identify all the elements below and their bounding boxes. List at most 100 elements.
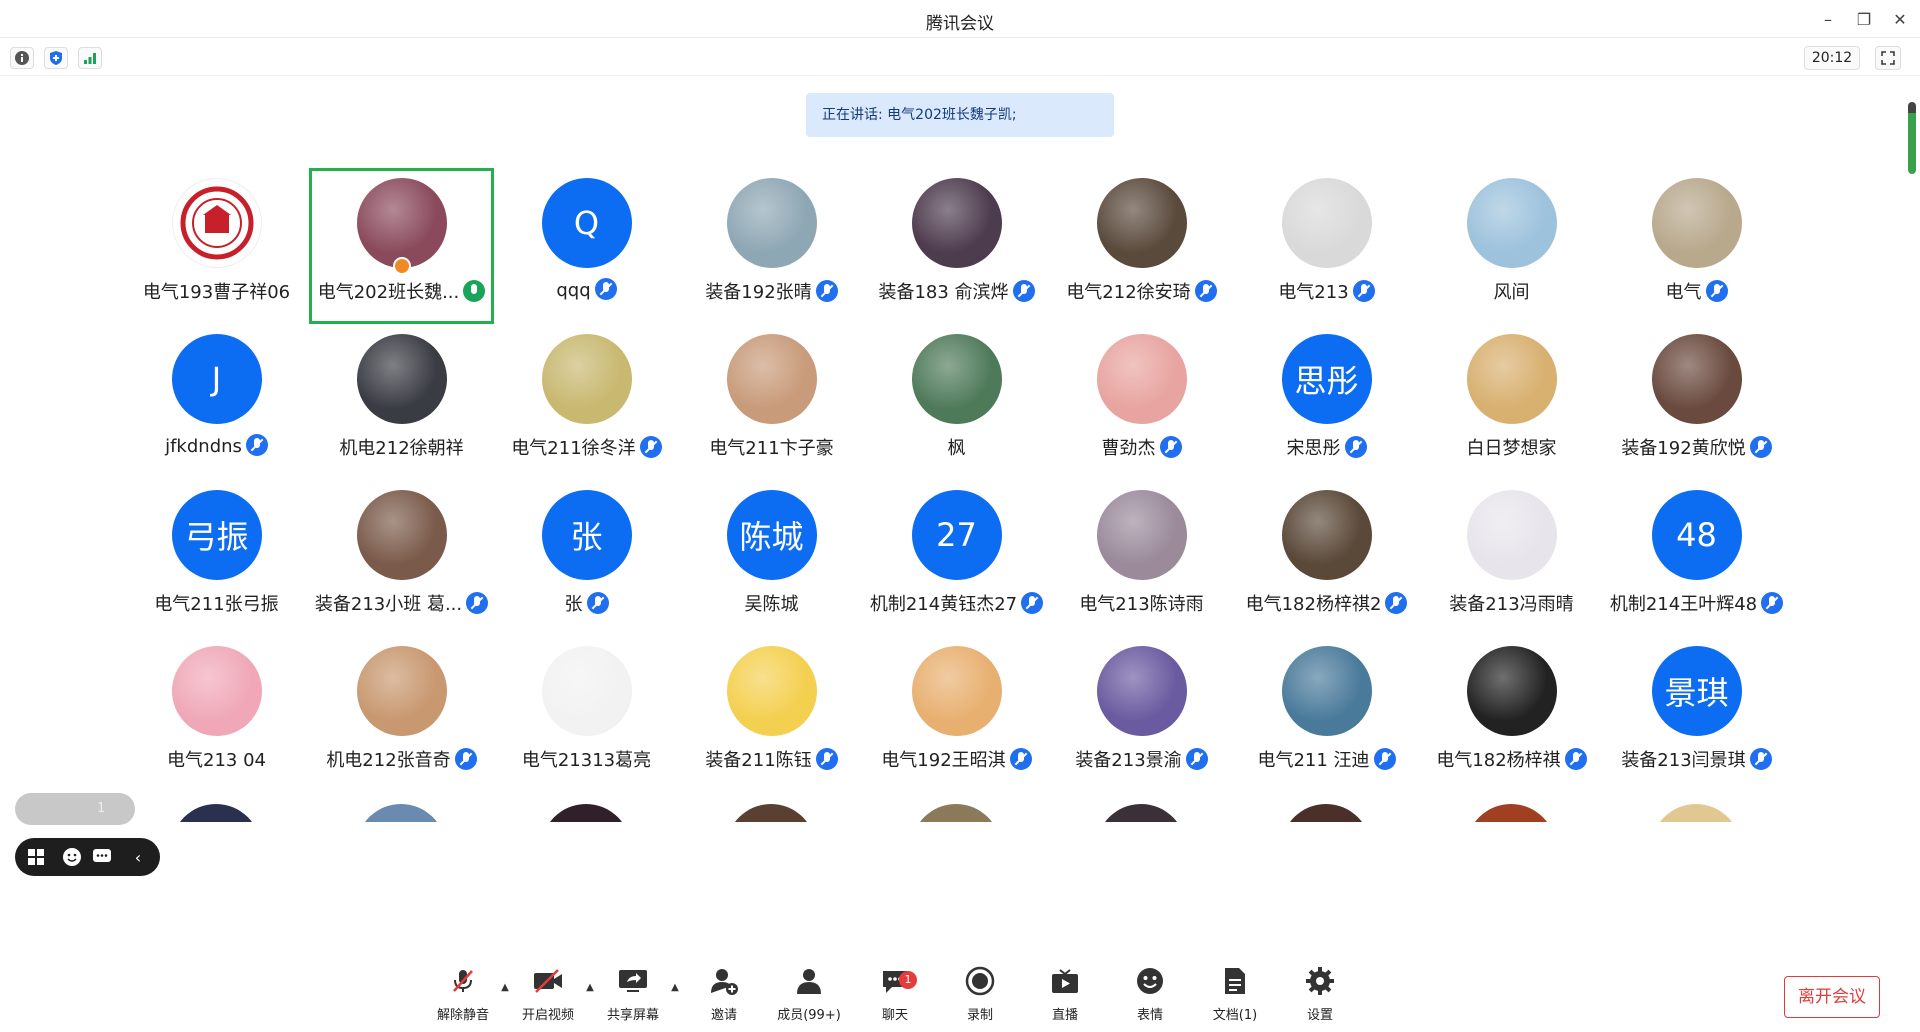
invite-button[interactable]: 邀请 — [688, 966, 760, 1024]
chevron-left-icon[interactable]: ‹ — [127, 846, 149, 868]
participant-avatar-partial[interactable] — [1096, 804, 1186, 822]
participant-tile[interactable]: 电气211卞子豪 — [679, 324, 864, 480]
record-button[interactable]: 录制 — [944, 966, 1016, 1024]
emoji-button[interactable]: 表情 — [1114, 966, 1186, 1024]
mic-muted-icon — [1761, 592, 1784, 614]
participant-tile[interactable]: 装备183 俞滨烨 — [864, 168, 1049, 324]
chat-button[interactable]: 聊天 — [859, 966, 931, 1024]
participant-avatar-partial[interactable] — [1281, 804, 1371, 822]
participant-avatar-partial[interactable] — [356, 804, 446, 822]
participant-avatar-partial[interactable] — [726, 804, 816, 822]
video-options-caret-icon[interactable]: ▲ — [584, 982, 596, 994]
live-button[interactable]: 直播 — [1029, 966, 1101, 1024]
participant-tile[interactable]: 装备211陈钰 — [679, 636, 864, 792]
mic-muted-icon — [1385, 592, 1408, 614]
participant-tile[interactable]: 电气213 — [1234, 168, 1419, 324]
participant-photo-avatar — [911, 334, 1002, 424]
participant-tile[interactable]: 电气212徐安琦 — [1049, 168, 1234, 324]
participant-tile[interactable]: 机电212张音奇 — [309, 636, 494, 792]
participant-name-row: 装备183 俞滨烨 — [864, 278, 1049, 304]
participant-name: 风间 — [1493, 282, 1530, 303]
participant-tile[interactable]: 电气213陈诗雨 — [1049, 480, 1234, 636]
leave-meeting-button[interactable]: 离开会议 — [1784, 976, 1880, 1018]
participant-photo-avatar — [356, 178, 447, 268]
participant-tile[interactable]: 电气193曹子祥06 — [124, 168, 309, 324]
participant-avatar-partial[interactable] — [1466, 804, 1556, 822]
restore-icon[interactable]: ❐ — [1848, 6, 1880, 32]
signal-icon[interactable] — [78, 47, 102, 69]
mic-muted-icon — [1749, 748, 1772, 770]
floating-status-pill[interactable]: 1 — [15, 793, 135, 825]
participant-tile[interactable]: 装备192张晴 — [679, 168, 864, 324]
fullscreen-icon[interactable] — [1875, 46, 1901, 70]
participant-tile[interactable]: 电气182杨梓祺2 — [1234, 480, 1419, 636]
participant-tile[interactable]: 电气211徐冬洋 — [494, 324, 679, 480]
participant-tile[interactable]: 机电212徐朝祥 — [309, 324, 494, 480]
participant-tile[interactable]: 电气202班长魏... — [309, 168, 494, 324]
participant-tile[interactable]: 装备213景渝 — [1049, 636, 1234, 792]
participant-tile[interactable]: 电气 — [1604, 168, 1789, 324]
participant-tile[interactable]: 装备213小班 葛... — [309, 480, 494, 636]
participant-name-row: 电气 — [1604, 278, 1789, 304]
participant-name: 吴陈城 — [744, 594, 799, 615]
participant-tile[interactable]: 陈城 吴陈城 — [679, 480, 864, 636]
mic-muted-icon — [1185, 748, 1208, 770]
participant-photo-avatar — [356, 646, 447, 736]
participant-tile[interactable]: 电气182杨梓祺 — [1419, 636, 1604, 792]
audio-options-caret-icon[interactable]: ▲ — [499, 982, 511, 994]
members-button[interactable]: 成员(99+) — [773, 966, 845, 1024]
settings-button[interactable]: 设置 — [1284, 966, 1356, 1024]
participant-tile[interactable]: 风间 — [1419, 168, 1604, 324]
invite-label: 邀请 — [710, 1008, 737, 1023]
grid-layout-icon[interactable] — [25, 846, 47, 868]
share-options-caret-icon[interactable]: ▲ — [669, 982, 681, 994]
participant-tile[interactable]: 弓振 电气211张弓振 — [124, 480, 309, 636]
participant-tile[interactable]: 思彤 宋思彤 — [1234, 324, 1419, 480]
participant-photo-avatar — [726, 646, 817, 736]
close-icon[interactable]: ✕ — [1884, 6, 1916, 32]
participant-name-row: 装备213闫景琪 — [1604, 746, 1789, 772]
participant-tile[interactable]: 张张 — [494, 480, 679, 636]
participant-tile[interactable]: 白日梦想家 — [1419, 324, 1604, 480]
participant-tile[interactable]: 曹劲杰 — [1049, 324, 1234, 480]
unmute-button[interactable]: 解除静音 — [427, 966, 499, 1024]
participant-tile[interactable]: 电气211 汪迪 — [1234, 636, 1419, 792]
mic-muted-icon — [1705, 280, 1728, 302]
minimize-icon[interactable]: – — [1812, 6, 1844, 32]
participant-name-row: 枫 — [864, 434, 1049, 460]
participant-photo-avatar — [911, 646, 1002, 736]
participant-photo-avatar — [726, 178, 817, 268]
share-screen-button[interactable]: 共享屏幕 — [597, 966, 669, 1024]
participant-tile[interactable]: 电气21313葛亮 — [494, 636, 679, 792]
participant-name: 枫 — [947, 438, 966, 459]
participant-avatar-partial[interactable] — [911, 804, 1001, 822]
participant-name: 电气182杨梓祺2 — [1245, 594, 1382, 615]
security-shield-icon[interactable] — [44, 47, 68, 69]
participant-tile[interactable]: 枫 — [864, 324, 1049, 480]
chat-bubble-icon[interactable] — [91, 846, 113, 868]
participant-tile[interactable]: 电气213 04 — [124, 636, 309, 792]
emoji-face-icon[interactable] — [61, 846, 83, 868]
participant-tile[interactable]: 景琪 装备213闫景琪 — [1604, 636, 1789, 792]
participant-name: 电气213 04 — [167, 750, 266, 771]
participant-tile[interactable]: 48 机制214王叶辉48 — [1604, 480, 1789, 636]
participant-tile[interactable]: Qqqq — [494, 168, 679, 324]
participant-avatar-partial[interactable] — [541, 804, 631, 822]
docs-button[interactable]: 文档(1) — [1199, 966, 1271, 1024]
info-icon[interactable] — [10, 47, 34, 69]
participant-tile[interactable]: 装备192黄欣悦 — [1604, 324, 1789, 480]
mic-muted-icon — [447, 966, 479, 996]
avatar-initials: J — [211, 360, 222, 398]
participant-photo-avatar — [1281, 178, 1372, 268]
participant-tile[interactable]: 装备213冯雨晴 — [1419, 480, 1604, 636]
participant-avatar: 27 — [911, 490, 1002, 580]
participant-tile[interactable]: 电气192王昭淇 — [864, 636, 1049, 792]
start-video-button[interactable]: 开启视频 — [512, 966, 584, 1024]
participant-tile[interactable]: Jjfkdndns — [124, 324, 309, 480]
participant-tile[interactable]: 27 机制214黄钰杰27 — [864, 480, 1049, 636]
participant-avatar-partial[interactable] — [171, 804, 261, 822]
avatar-initials: 弓振 — [184, 518, 249, 556]
participant-avatar-partial[interactable] — [1651, 804, 1741, 822]
scrollbar[interactable] — [1908, 102, 1916, 174]
participant-grid: 电气193曹子祥06 电气202班长魏... Qqqq 装备192张晴 装备183 俞滨… — [124, 168, 1864, 822]
